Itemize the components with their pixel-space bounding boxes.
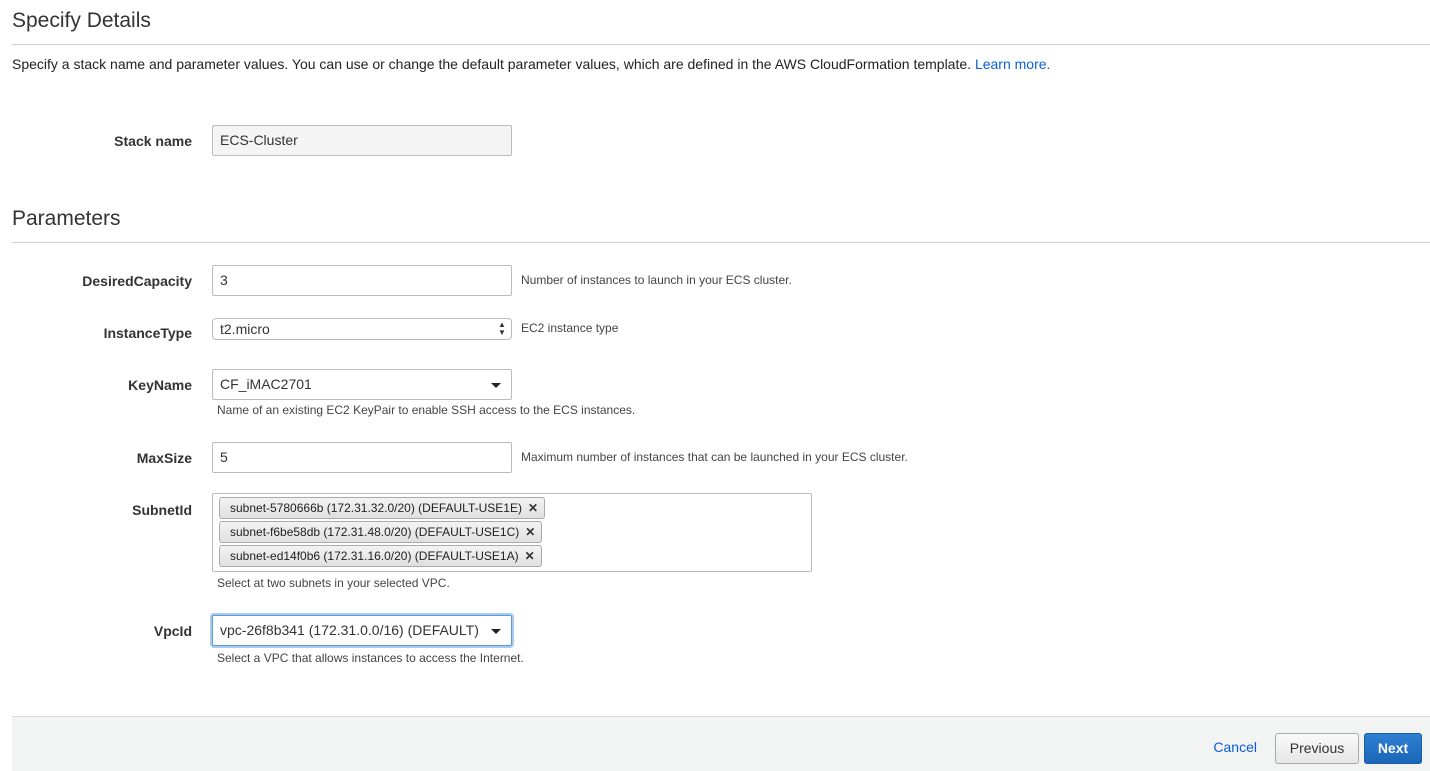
chevron-down-icon: [491, 383, 501, 388]
remove-icon[interactable]: ✕: [525, 522, 535, 542]
previous-button[interactable]: Previous: [1275, 733, 1359, 764]
parameters-title: Parameters: [12, 207, 121, 230]
subnet-chip: subnet-5780666b (172.31.32.0/20) (DEFAUL…: [219, 497, 546, 519]
key-name-hint: Name of an existing EC2 KeyPair to enabl…: [217, 403, 636, 417]
stack-name-input[interactable]: ECS-Cluster: [212, 125, 512, 156]
desired-capacity-input[interactable]: 3: [212, 265, 512, 296]
vpc-id-value: vpc-26f8b341 (172.31.0.0/16) (DEFAULT): [220, 622, 479, 638]
remove-icon[interactable]: ✕: [525, 546, 535, 566]
vpc-id-hint: Select a VPC that allows instances to ac…: [217, 651, 524, 665]
updown-arrows-icon: ▲ ▼: [498, 320, 506, 337]
subnet-chip-label: subnet-ed14f0b6 (172.31.16.0/20) (DEFAUL…: [230, 549, 519, 563]
intro-text: Specify a stack name and parameter value…: [12, 56, 1050, 72]
max-size-hint: Maximum number of instances that can be …: [521, 450, 908, 464]
key-name-value: CF_iMAC2701: [220, 376, 312, 392]
subnet-id-label: SubnetId: [132, 502, 192, 518]
parameters-divider: [12, 242, 1430, 243]
key-name-label: KeyName: [128, 377, 192, 393]
next-button[interactable]: Next: [1364, 733, 1422, 764]
desired-capacity-hint: Number of instances to launch in your EC…: [521, 273, 792, 287]
subnet-id-multiselect[interactable]: subnet-5780666b (172.31.32.0/20) (DEFAUL…: [212, 493, 812, 572]
page-title: Specify Details: [12, 9, 151, 32]
instance-type-select[interactable]: t2.micro ▲ ▼: [212, 318, 512, 340]
subnet-chip: subnet-ed14f0b6 (172.31.16.0/20) (DEFAUL…: [219, 545, 542, 567]
key-name-select[interactable]: CF_iMAC2701: [212, 369, 512, 400]
max-size-label: MaxSize: [136, 450, 192, 466]
chevron-down-icon: [491, 629, 501, 634]
instance-type-label: InstanceType: [103, 325, 192, 341]
vpc-id-label: VpcId: [153, 623, 192, 639]
instance-type-hint: EC2 instance type: [521, 321, 619, 335]
title-divider: [12, 44, 1430, 45]
remove-icon[interactable]: ✕: [528, 498, 538, 518]
subnet-id-hint: Select at two subnets in your selected V…: [217, 576, 450, 590]
intro-description: Specify a stack name and parameter value…: [12, 56, 972, 72]
learn-more-link[interactable]: Learn more.: [975, 56, 1050, 72]
specify-details-page: Specify Details Specify a stack name and…: [0, 0, 1430, 771]
desired-capacity-label: DesiredCapacity: [82, 273, 192, 289]
subnet-chip-label: subnet-5780666b (172.31.32.0/20) (DEFAUL…: [230, 501, 522, 515]
vpc-id-select[interactable]: vpc-26f8b341 (172.31.0.0/16) (DEFAULT): [212, 615, 512, 646]
cancel-button[interactable]: Cancel: [1213, 739, 1257, 755]
instance-type-value: t2.micro: [220, 321, 270, 337]
wizard-footer: Cancel Previous Next: [12, 716, 1430, 771]
subnet-chip-label: subnet-f6be58db (172.31.48.0/20) (DEFAUL…: [230, 525, 520, 539]
stack-name-label: Stack name: [114, 133, 192, 149]
max-size-input[interactable]: 5: [212, 442, 512, 473]
subnet-chip: subnet-f6be58db (172.31.48.0/20) (DEFAUL…: [219, 521, 543, 543]
